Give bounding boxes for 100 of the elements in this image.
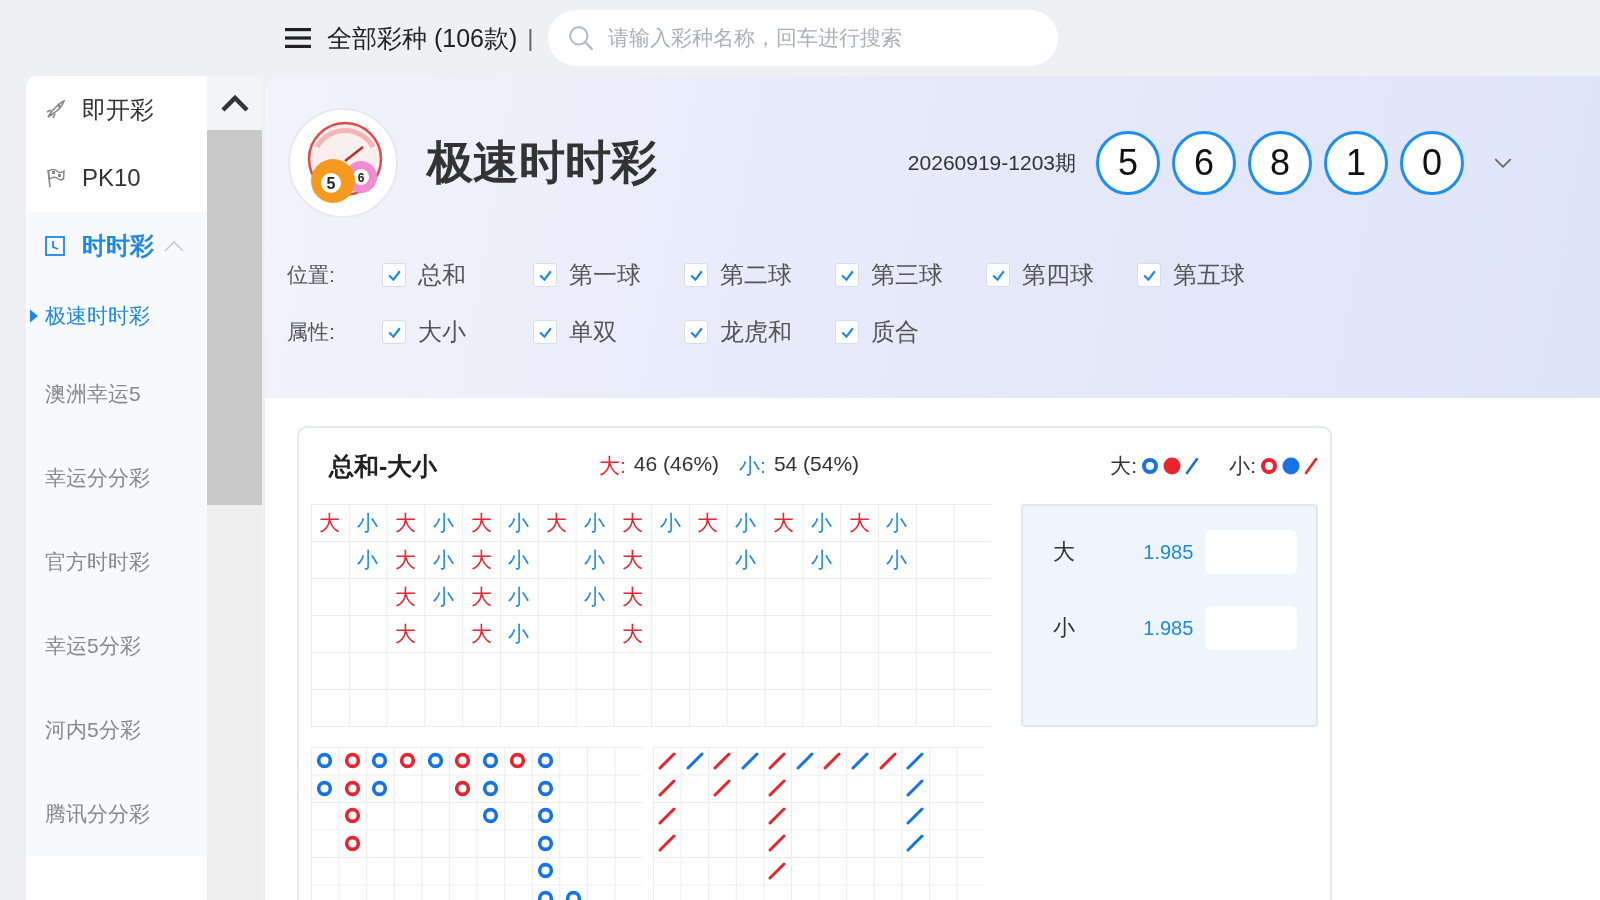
road-mark: 大 bbox=[470, 583, 492, 610]
slash-mark bbox=[713, 751, 732, 770]
result-ball: 0 bbox=[1400, 131, 1464, 195]
checkbox[interactable] bbox=[382, 320, 406, 344]
slash-mark bbox=[768, 834, 787, 853]
menu-icon[interactable] bbox=[285, 27, 311, 49]
search-field[interactable]: 请输入彩种名称，回车进行搜索 bbox=[547, 10, 1058, 66]
slash-mark bbox=[768, 861, 787, 880]
rocket-icon bbox=[44, 99, 66, 121]
dot-icon bbox=[1163, 457, 1182, 475]
road-mark: 大 bbox=[319, 509, 341, 536]
dot-icon bbox=[1282, 457, 1300, 475]
card-title: 总和-大小 bbox=[329, 450, 439, 482]
ring-mark bbox=[481, 752, 499, 770]
checkbox[interactable] bbox=[684, 263, 708, 287]
road-mark: 小 bbox=[886, 509, 908, 536]
road-mark: 大 bbox=[395, 583, 416, 610]
checkbox[interactable] bbox=[835, 263, 859, 287]
scrollbar-thumb[interactable] bbox=[207, 130, 262, 505]
road-mark: 小 bbox=[583, 546, 605, 573]
bet-option: 大 bbox=[1053, 537, 1124, 567]
slash-mark bbox=[768, 751, 787, 770]
road-mark: 小 bbox=[432, 509, 454, 536]
ring-mark bbox=[343, 834, 361, 852]
road-mark: 大 bbox=[621, 546, 643, 573]
sidebar-subitem[interactable]: 澳洲幸运5 bbox=[26, 352, 207, 436]
road-mark: 小 bbox=[659, 509, 681, 536]
filter-label: 位置: bbox=[287, 262, 336, 288]
sidebar-item[interactable]: PK10 bbox=[26, 144, 207, 212]
chevron-down-icon[interactable] bbox=[1494, 157, 1512, 169]
stat-value: 54 (54%) bbox=[773, 452, 860, 477]
checkbox-label[interactable]: 第一球 bbox=[569, 259, 641, 291]
checkbox[interactable] bbox=[1137, 263, 1161, 287]
sidebar-subitem[interactable]: 幸运分分彩 bbox=[26, 436, 207, 520]
checkbox[interactable] bbox=[533, 320, 557, 344]
sidebar-subitem[interactable]: 河内5分彩 bbox=[26, 688, 207, 772]
checkbox-label[interactable]: 总和 bbox=[418, 259, 466, 291]
slash-mark bbox=[657, 779, 676, 798]
category-menu-title[interactable]: 全部彩种 (106款) bbox=[327, 21, 518, 55]
sidebar-item[interactable]: 即开彩 bbox=[26, 76, 207, 144]
stat-label: 小: bbox=[739, 453, 766, 479]
ring-mark bbox=[343, 752, 361, 770]
scroll-up-icon[interactable] bbox=[220, 94, 249, 112]
issue-number: 20260919-1203期 bbox=[907, 150, 1076, 176]
checkbox[interactable] bbox=[835, 320, 859, 344]
sidebar-subitem[interactable]: 官方时时彩 bbox=[26, 520, 207, 604]
ring-mark bbox=[454, 752, 472, 770]
slash-mark bbox=[657, 834, 676, 853]
checkbox-label[interactable]: 第二球 bbox=[720, 259, 792, 291]
checkbox-label[interactable]: 质合 bbox=[871, 316, 919, 348]
ring-mark bbox=[371, 752, 389, 770]
ring-mark bbox=[399, 752, 417, 770]
checkbox-label[interactable]: 第四球 bbox=[1022, 259, 1094, 291]
sidebar-subitem[interactable]: 腾讯分分彩 bbox=[26, 772, 207, 856]
result-ball: 6 bbox=[1172, 131, 1236, 195]
lottery-logo: 5 6 bbox=[287, 107, 399, 219]
ring-mark bbox=[343, 807, 361, 825]
slash-mark bbox=[795, 751, 814, 770]
ring-mark bbox=[509, 752, 527, 770]
clock-icon bbox=[44, 235, 66, 257]
checkbox[interactable] bbox=[533, 263, 557, 287]
ring-mark bbox=[371, 779, 389, 797]
road-mark: 小 bbox=[508, 583, 530, 610]
ring-mark bbox=[343, 779, 361, 797]
slash-icon bbox=[1304, 457, 1318, 475]
ring-mark bbox=[426, 752, 444, 770]
slash-mark bbox=[768, 806, 787, 825]
checkbox-label[interactable]: 单双 bbox=[569, 316, 617, 348]
sidebar-subitem[interactable]: 幸运5分彩 bbox=[26, 604, 207, 688]
road-mark: 小 bbox=[508, 509, 530, 536]
slash-mark bbox=[906, 806, 925, 825]
ring-mark bbox=[481, 807, 499, 825]
road-mark: 大 bbox=[621, 583, 643, 610]
road-mark: 小 bbox=[810, 546, 832, 573]
checkbox-label[interactable]: 龙虎和 bbox=[720, 316, 792, 348]
road-mark: 小 bbox=[357, 546, 379, 573]
checkbox[interactable] bbox=[684, 320, 708, 344]
road-mark: 小 bbox=[508, 546, 530, 573]
road-mark: 大 bbox=[395, 620, 416, 647]
slash-mark bbox=[906, 751, 925, 770]
stat-label: 大: bbox=[599, 453, 626, 479]
road-mark: 大 bbox=[772, 509, 794, 536]
checkbox[interactable] bbox=[382, 263, 406, 287]
separator: | bbox=[527, 24, 534, 52]
road-mark: 小 bbox=[735, 509, 757, 536]
sidebar-item[interactable]: 时时彩 bbox=[26, 212, 207, 280]
ring-mark bbox=[537, 807, 555, 825]
checkbox-label[interactable]: 第三球 bbox=[871, 259, 943, 291]
scrollbar[interactable] bbox=[207, 76, 262, 900]
ring-mark bbox=[316, 752, 334, 770]
road-mark: 大 bbox=[395, 509, 416, 536]
checkbox-label[interactable]: 大小 bbox=[418, 316, 466, 348]
road-mark: 小 bbox=[432, 583, 454, 610]
slash-mark bbox=[713, 779, 732, 798]
checkbox-label[interactable]: 第五球 bbox=[1173, 259, 1245, 291]
result-ball: 8 bbox=[1248, 131, 1312, 195]
checkbox[interactable] bbox=[986, 263, 1010, 287]
slash-mark bbox=[823, 751, 842, 770]
sidebar-subitem[interactable]: 极速时时彩 bbox=[26, 280, 207, 352]
road-mark: 小 bbox=[432, 546, 454, 573]
